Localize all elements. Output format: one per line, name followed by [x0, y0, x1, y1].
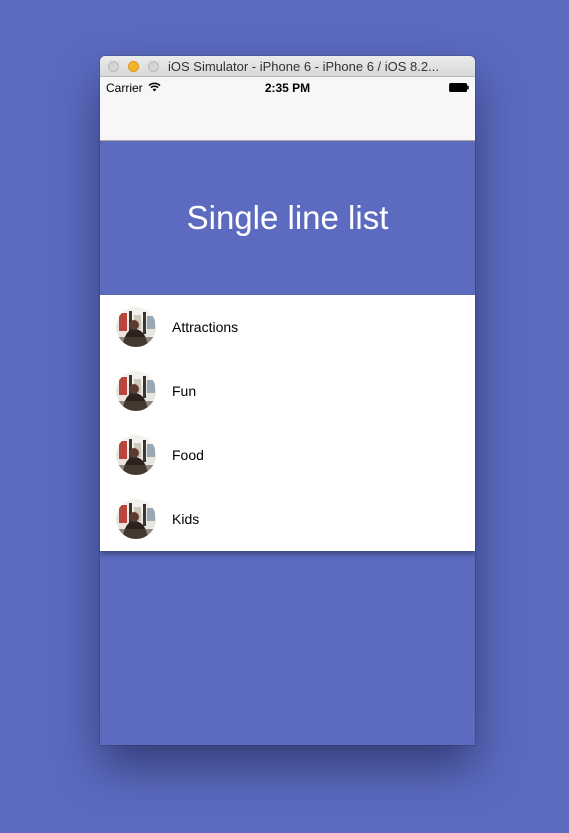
- list-item-label: Food: [172, 447, 204, 463]
- place-photo-avatar: [116, 499, 156, 539]
- single-line-list: Attractions Fun Food Kids: [100, 295, 475, 551]
- zoom-window-button[interactable]: [148, 61, 159, 72]
- status-time: 2:35 PM: [264, 81, 311, 95]
- place-photo-avatar: [116, 307, 156, 347]
- minimize-window-button[interactable]: [128, 61, 139, 72]
- window-titlebar[interactable]: iOS Simulator - iPhone 6 - iPhone 6 / iO…: [100, 56, 475, 77]
- list-item[interactable]: Food: [100, 423, 475, 487]
- page-title: Single line list: [186, 199, 389, 236]
- list-item-label: Attractions: [172, 319, 239, 335]
- navigation-bar: Carrier 2:35 PM: [100, 77, 475, 141]
- page-header: Single line list: [100, 141, 475, 295]
- window-title: iOS Simulator - iPhone 6 - iPhone 6 / iO…: [168, 59, 439, 74]
- place-photo-avatar: [116, 435, 156, 475]
- list-item-label: Kids: [172, 511, 200, 527]
- empty-content-area: [100, 551, 475, 731]
- list-item[interactable]: Fun: [100, 359, 475, 423]
- desktop: iOS Simulator - iPhone 6 - iPhone 6 / iO…: [0, 0, 569, 833]
- close-window-button[interactable]: [108, 61, 119, 72]
- status-bar: Carrier 2:35 PM: [100, 77, 475, 97]
- simulator-window: iOS Simulator - iPhone 6 - iPhone 6 / iO…: [100, 56, 475, 745]
- list-item-label: Fun: [172, 383, 197, 399]
- battery-icon: [449, 83, 469, 92]
- list-item[interactable]: Kids: [100, 487, 475, 551]
- list-item[interactable]: Attractions: [100, 295, 475, 359]
- device-screen: Carrier 2:35 PM Single line list Attract…: [100, 77, 475, 745]
- place-photo-avatar: [116, 371, 156, 411]
